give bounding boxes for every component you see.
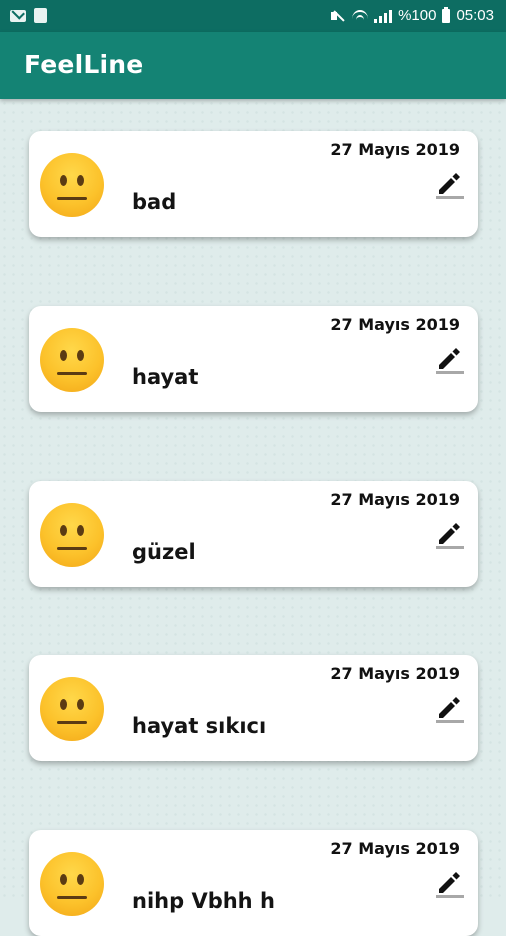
entry-date: 27 Mayıs 2019	[330, 839, 460, 858]
wifi-icon	[352, 8, 369, 24]
edit-pencil-icon[interactable]	[434, 342, 466, 374]
mute-icon	[330, 8, 346, 24]
entry-list[interactable]: 27 Mayıs 2019 bad 27 Mayıs 2019 hayat 27…	[0, 99, 506, 936]
battery-percent: %100	[398, 7, 437, 24]
entry-date: 27 Mayıs 2019	[330, 490, 460, 509]
entry-card[interactable]: 27 Mayıs 2019 bad	[29, 131, 478, 237]
neutral-face-emoji	[40, 503, 104, 567]
neutral-face-emoji	[40, 852, 104, 916]
entry-card[interactable]: 27 Mayıs 2019 hayat	[29, 306, 478, 412]
entry-text: hayat	[132, 365, 199, 389]
entry-date: 27 Mayıs 2019	[330, 140, 460, 159]
entry-text: nihp Vbhh h	[132, 889, 275, 913]
mail-icon	[10, 9, 26, 22]
status-left-icons	[10, 8, 47, 23]
battery-icon	[442, 6, 451, 23]
app-title: FeelLine	[24, 50, 144, 79]
edit-pencil-icon[interactable]	[434, 866, 466, 898]
status-time: 05:03	[456, 7, 494, 24]
entry-card[interactable]: 27 Mayıs 2019 nihp Vbhh h	[29, 830, 478, 936]
edit-pencil-icon[interactable]	[434, 167, 466, 199]
status-bar: %100 05:03	[0, 0, 506, 32]
neutral-face-emoji	[40, 328, 104, 392]
status-right-icons: %100 05:03	[330, 6, 494, 24]
app-icon	[34, 8, 47, 23]
entry-text: bad	[132, 190, 177, 214]
entry-text: güzel	[132, 540, 196, 564]
entry-card[interactable]: 27 Mayıs 2019 güzel	[29, 481, 478, 587]
neutral-face-emoji	[40, 677, 104, 741]
neutral-face-emoji	[40, 153, 104, 217]
signal-icon	[374, 9, 393, 23]
entry-date: 27 Mayıs 2019	[330, 315, 460, 334]
edit-pencil-icon[interactable]	[434, 691, 466, 723]
app-bar: FeelLine	[0, 32, 506, 99]
entry-card[interactable]: 27 Mayıs 2019 hayat sıkıcı	[29, 655, 478, 761]
edit-pencil-icon[interactable]	[434, 517, 466, 549]
entry-date: 27 Mayıs 2019	[330, 664, 460, 683]
entry-text: hayat sıkıcı	[132, 714, 267, 738]
